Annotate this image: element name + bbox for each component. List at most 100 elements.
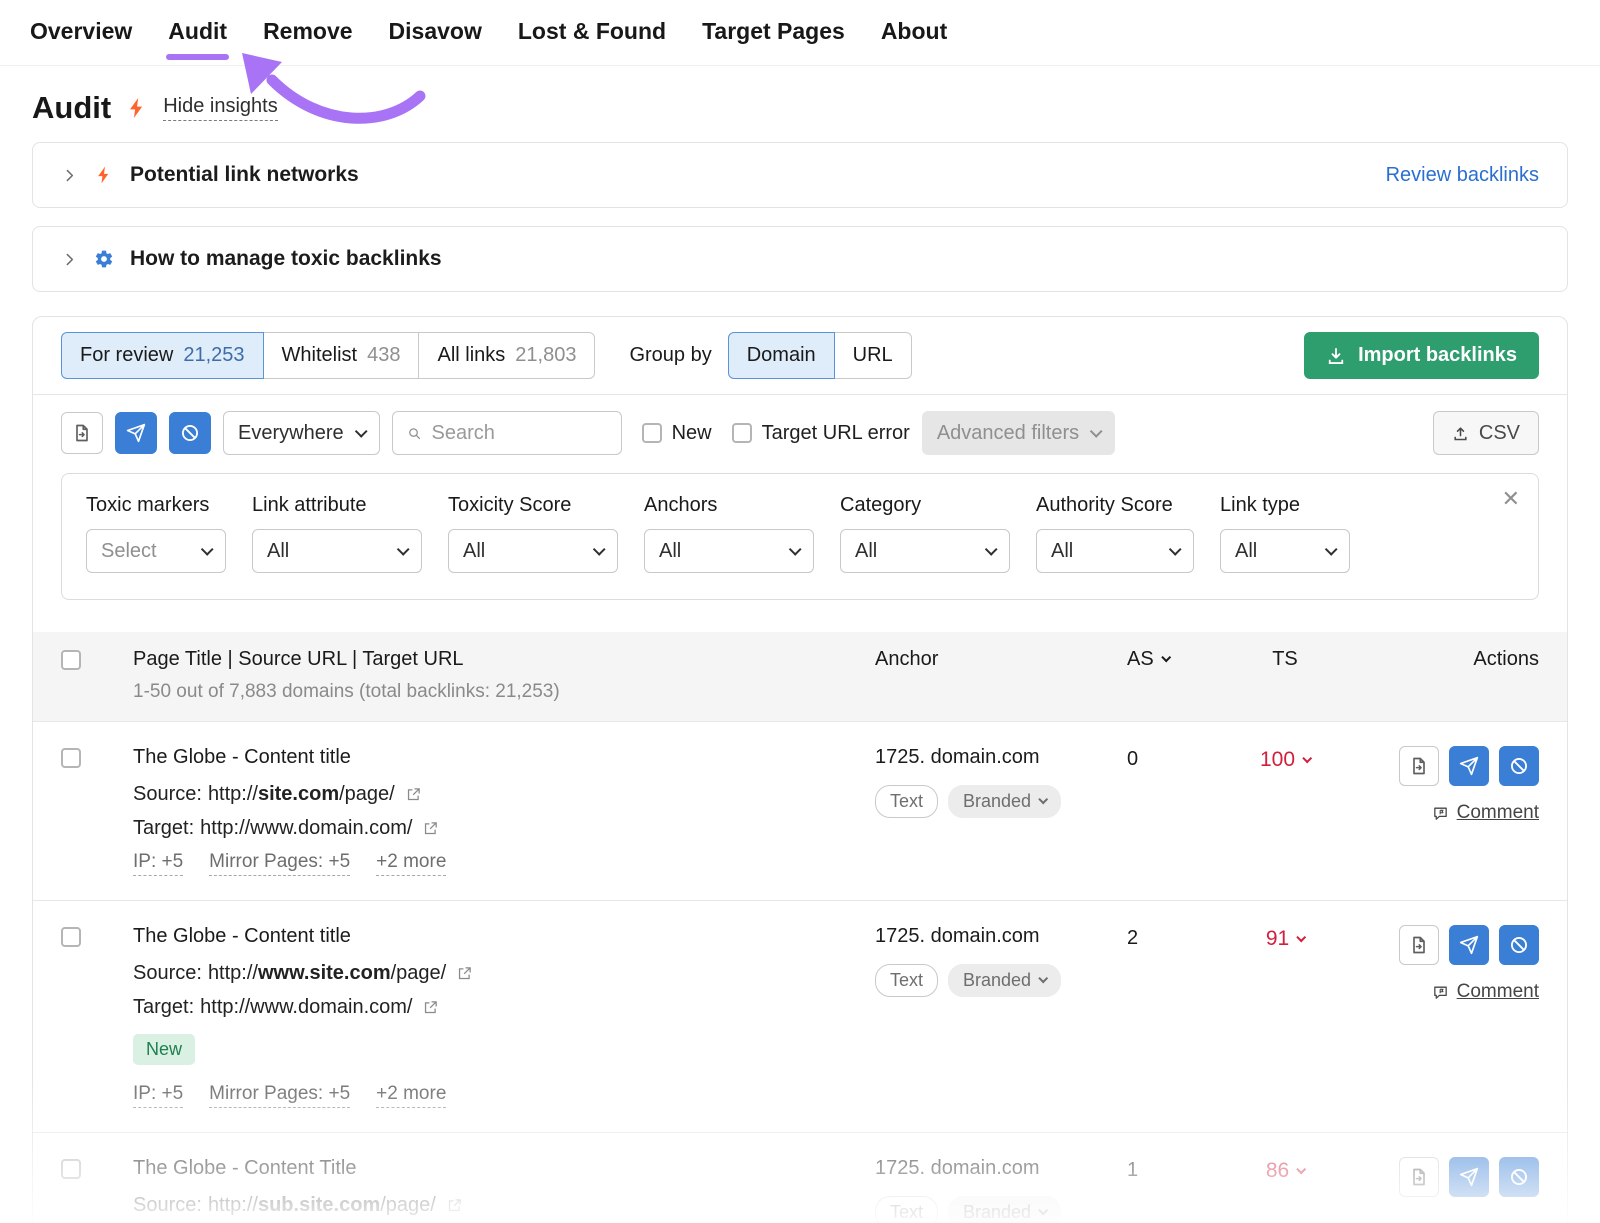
- nav-audit[interactable]: Audit: [168, 18, 227, 45]
- send-to-remove-button[interactable]: [1449, 925, 1489, 965]
- close-filters-icon[interactable]: ✕: [1502, 488, 1520, 510]
- row-checkbox[interactable]: [61, 748, 81, 768]
- toxicity-score-dropdown[interactable]: 100: [1219, 746, 1351, 772]
- comment-link[interactable]: Comment: [1432, 981, 1539, 1003]
- move-to-list-button[interactable]: [1399, 1157, 1439, 1197]
- chevron-down-icon: [1169, 543, 1182, 556]
- group-by-url[interactable]: URL: [834, 332, 912, 379]
- toxicity-score-dropdown[interactable]: 86: [1219, 1157, 1351, 1183]
- comment-link[interactable]: Comment: [1432, 802, 1539, 824]
- checkbox[interactable]: [732, 423, 752, 443]
- more-link[interactable]: +2 more: [376, 851, 446, 876]
- chevron-down-icon: [1296, 932, 1306, 942]
- more-link[interactable]: +2 more: [376, 1083, 446, 1108]
- chevron-down-icon: [1296, 1164, 1306, 1174]
- external-link-icon[interactable]: [422, 820, 439, 837]
- table-header: Page Title | Source URL | Target URL 1-5…: [33, 632, 1567, 721]
- send-to-disavow-button[interactable]: [1499, 925, 1539, 965]
- authority-score-value: 2: [1127, 925, 1219, 950]
- mirror-pages-link[interactable]: Mirror Pages: +5: [209, 1083, 350, 1108]
- select-all-checkbox[interactable]: [61, 650, 81, 670]
- category-dropdown[interactable]: All: [840, 529, 1010, 573]
- nav-target-pages[interactable]: Target Pages: [702, 18, 845, 45]
- toolbar: Everywhere New Target URL error Advanced…: [33, 395, 1567, 471]
- block-icon: [1509, 1167, 1529, 1187]
- send-to-disavow-button[interactable]: [1499, 746, 1539, 786]
- link-type-dropdown[interactable]: All: [1220, 529, 1350, 573]
- export-csv-button[interactable]: CSV: [1433, 411, 1539, 455]
- panel-manage-toxic-backlinks[interactable]: How to manage toxic backlinks: [32, 226, 1568, 292]
- import-backlinks-button[interactable]: Import backlinks: [1304, 332, 1539, 379]
- filter-label: Anchors: [644, 494, 814, 517]
- ip-expand-link[interactable]: IP: +5: [133, 851, 183, 876]
- filter-label: Toxic markers: [86, 494, 226, 517]
- paper-plane-icon: [1459, 756, 1479, 776]
- table-row: The Globe - Content title Source: http:/…: [33, 900, 1567, 1132]
- target-url-error-checkbox[interactable]: Target URL error: [732, 422, 910, 445]
- move-to-list-button[interactable]: [1399, 746, 1439, 786]
- row-checkbox[interactable]: [61, 927, 81, 947]
- link-attribute-dropdown[interactable]: All: [252, 529, 422, 573]
- panel-potential-link-networks[interactable]: Potential link networks Review backlinks: [32, 142, 1568, 208]
- row-checkbox[interactable]: [61, 1159, 81, 1179]
- external-link-icon[interactable]: [405, 786, 422, 803]
- filter-link-attribute: Link attribute All: [252, 494, 422, 573]
- source-url-line: Source: http://site.com/page/: [133, 783, 875, 806]
- move-to-list-button[interactable]: [1399, 925, 1439, 965]
- table-row: The Globe - Content Title Source: http:/…: [33, 1132, 1567, 1223]
- toxicity-score-dropdown[interactable]: All: [448, 529, 618, 573]
- nav-remove[interactable]: Remove: [263, 18, 352, 45]
- column-as-label: AS: [1127, 648, 1154, 671]
- send-to-remove-button[interactable]: [1449, 1157, 1489, 1197]
- tab-for-review[interactable]: For review 21,253: [61, 332, 264, 379]
- nav-disavow[interactable]: Disavow: [389, 18, 482, 45]
- search-input[interactable]: [432, 422, 607, 445]
- review-backlinks-link[interactable]: Review backlinks: [1386, 164, 1539, 187]
- chevron-down-icon: [1038, 1205, 1048, 1215]
- nav-lost-and-found[interactable]: Lost & Found: [518, 18, 666, 45]
- move-to-list-button[interactable]: [61, 412, 103, 454]
- external-link-icon[interactable]: [456, 965, 473, 982]
- advanced-filters-dropdown[interactable]: Advanced filters: [922, 411, 1115, 455]
- column-ts: TS: [1219, 648, 1351, 671]
- anchors-dropdown[interactable]: All: [644, 529, 814, 573]
- tab-label: Whitelist: [282, 344, 358, 367]
- authority-score-value: 1: [1127, 1157, 1219, 1182]
- send-to-remove-button[interactable]: [1449, 746, 1489, 786]
- insights-bolt-icon: [125, 96, 149, 120]
- tabs-row: For review 21,253 Whitelist 438 All link…: [33, 317, 1567, 395]
- branded-dropdown[interactable]: Branded: [948, 1196, 1061, 1223]
- mirror-pages-link[interactable]: Mirror Pages: +5: [209, 851, 350, 876]
- hide-insights-link[interactable]: Hide insights: [163, 95, 278, 121]
- review-tabs: For review 21,253 Whitelist 438 All link…: [61, 332, 595, 379]
- nav-about[interactable]: About: [881, 18, 947, 45]
- source-url-line: Source: http://sub.site.com/page/: [133, 1194, 875, 1217]
- target-url-line: Target: http://www.domain.com/: [133, 996, 875, 1019]
- toxicity-score-dropdown[interactable]: 91: [1219, 925, 1351, 951]
- paper-plane-icon: [126, 423, 146, 443]
- tab-whitelist[interactable]: Whitelist 438: [263, 332, 420, 379]
- tag-text-pill: Text: [875, 1196, 938, 1223]
- column-as-sort[interactable]: AS: [1127, 648, 1219, 671]
- external-link-icon[interactable]: [422, 999, 439, 1016]
- send-to-remove-button[interactable]: [115, 412, 157, 454]
- branded-dropdown[interactable]: Branded: [948, 964, 1061, 997]
- authority-score-dropdown[interactable]: All: [1036, 529, 1194, 573]
- scope-dropdown[interactable]: Everywhere: [223, 411, 380, 455]
- send-to-disavow-button[interactable]: [169, 412, 211, 454]
- toxic-markers-dropdown[interactable]: Select: [86, 529, 226, 573]
- filter-label: Link attribute: [252, 494, 422, 517]
- ip-expand-link[interactable]: IP: +5: [133, 1083, 183, 1108]
- group-by-domain[interactable]: Domain: [728, 332, 835, 379]
- target-label: Target:: [133, 996, 194, 1019]
- block-icon: [1509, 935, 1529, 955]
- target-url-error-label: Target URL error: [762, 422, 910, 445]
- filter-label: Category: [840, 494, 1010, 517]
- tab-all-links[interactable]: All links 21,803: [418, 332, 595, 379]
- branded-dropdown[interactable]: Branded: [948, 785, 1061, 818]
- new-filter-checkbox[interactable]: New: [642, 422, 712, 445]
- send-to-disavow-button[interactable]: [1499, 1157, 1539, 1197]
- external-link-icon[interactable]: [446, 1197, 463, 1214]
- nav-overview[interactable]: Overview: [30, 18, 132, 45]
- checkbox[interactable]: [642, 423, 662, 443]
